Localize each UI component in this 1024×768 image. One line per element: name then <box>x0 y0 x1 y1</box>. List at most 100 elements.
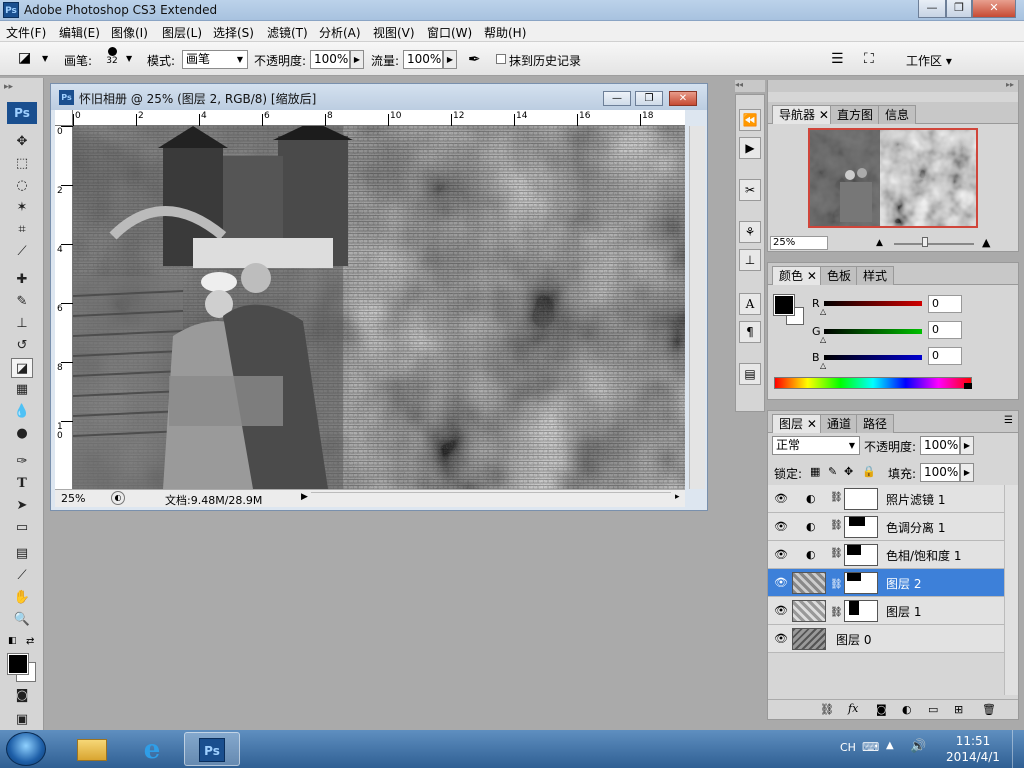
link-layers-icon[interactable]: ⛓ <box>820 703 834 716</box>
layer-thumbnail[interactable] <box>792 600 826 622</box>
doc-minimize-button[interactable]: — <box>603 91 631 106</box>
channel-b-handle-icon[interactable]: △ <box>820 361 826 370</box>
menu-file[interactable]: 文件(F) <box>6 24 46 41</box>
minimize-button[interactable]: — <box>918 0 946 18</box>
channel-r-input[interactable]: 0 <box>928 295 962 313</box>
tab-layers[interactable]: 图层 ✕ <box>772 414 824 433</box>
photoshop-taskbar-button[interactable]: Ps <box>184 732 240 766</box>
new-adjustment-icon[interactable]: ◐ <box>902 703 912 716</box>
eraser-tool-icon[interactable]: ◪ <box>11 358 33 378</box>
ie-taskbar-button[interactable]: e <box>124 732 180 766</box>
bridge-icon[interactable]: ⛶ <box>864 51 874 67</box>
tab-info[interactable]: 信息 <box>878 105 917 124</box>
move-tool-icon[interactable]: ✥ <box>11 132 33 152</box>
crop-tool-icon[interactable]: ⌗ <box>11 220 33 240</box>
flow-input[interactable]: 100% <box>403 50 443 69</box>
layer-mask-thumbnail[interactable] <box>844 516 878 538</box>
new-layer-icon[interactable]: ⊞ <box>954 703 963 716</box>
menu-help[interactable]: 帮助(H) <box>484 24 526 41</box>
toolbox-collapse-icon[interactable]: ▸▸ <box>4 82 13 92</box>
color-spectrum-bar[interactable] <box>774 377 972 389</box>
visibility-eye-icon[interactable]: 👁 <box>774 576 788 589</box>
navigator-zoom-input[interactable]: 25% <box>770 236 828 250</box>
tab-histogram[interactable]: 直方图 <box>830 105 881 124</box>
gradient-tool-icon[interactable]: ▦ <box>11 380 33 400</box>
menu-edit[interactable]: 编辑(E) <box>59 24 100 41</box>
lock-image-icon[interactable]: ✎ <box>828 465 837 478</box>
visibility-eye-icon[interactable]: 👁 <box>774 520 788 533</box>
close-button[interactable]: ✕ <box>972 0 1016 18</box>
document-title-bar[interactable]: Ps 怀旧相册 @ 25% (图层 2, RGB/8) [缩放后] — ❐ ✕ <box>51 84 707 110</box>
color-fg-swatch[interactable] <box>773 294 795 316</box>
blur-tool-icon[interactable]: 💧 <box>11 402 33 422</box>
channel-r-handle-icon[interactable]: △ <box>820 307 826 316</box>
palette-well-icon[interactable]: ☰ <box>831 51 844 67</box>
layer-thumbnail[interactable] <box>792 628 826 650</box>
channel-b-input[interactable]: 0 <box>928 347 962 365</box>
history-brush-tool-icon[interactable]: ↺ <box>11 336 33 356</box>
menu-window[interactable]: 窗口(W) <box>427 24 472 41</box>
menu-image[interactable]: 图像(I) <box>111 24 148 41</box>
restore-button[interactable]: ❐ <box>946 0 972 18</box>
layer-row-hue-saturation[interactable]: 👁 ◐ ⛓ 色相/饱和度 1 <box>768 541 1004 569</box>
quick-mask-icon[interactable]: ◙ <box>11 686 33 706</box>
tray-arrow-icon[interactable]: ▲ <box>886 740 894 751</box>
tab-styles[interactable]: 样式 <box>856 266 895 285</box>
brush-preset-picker[interactable]: 32 <box>103 45 121 66</box>
menu-select[interactable]: 选择(S) <box>213 24 254 41</box>
layer-mask-thumbnail[interactable] <box>844 572 878 594</box>
visibility-eye-icon[interactable]: 👁 <box>774 492 788 505</box>
menu-analysis[interactable]: 分析(A) <box>319 24 361 41</box>
navigator-collapse-icon[interactable]: ▸▸ <box>768 80 1018 92</box>
layers-scrollbar[interactable] <box>1004 485 1018 695</box>
slice-tool-icon[interactable]: ⟋ <box>11 242 33 262</box>
ruler-origin[interactable] <box>55 110 73 126</box>
vertical-scrollbar[interactable] <box>689 126 705 489</box>
layer-row-photo-filter[interactable]: 👁 ◐ ⛓ 照片滤镜 1 <box>768 485 1004 513</box>
layer-mask-thumbnail[interactable] <box>844 600 878 622</box>
tool-preset-dropdown-icon[interactable]: ▼ <box>42 54 48 63</box>
navigator-zoom-slider[interactable] <box>894 243 974 245</box>
input-language[interactable]: CH <box>840 741 856 754</box>
character-panel-icon[interactable]: A <box>739 293 761 315</box>
navigator-zoom-handle[interactable] <box>922 237 928 247</box>
layer-row-posterize[interactable]: 👁 ◐ ⛓ 色调分离 1 <box>768 513 1004 541</box>
channel-r-slider[interactable] <box>824 301 922 306</box>
layer-mask-thumbnail[interactable] <box>844 488 878 510</box>
zoom-out-icon[interactable]: ▲ <box>876 238 883 248</box>
menu-view[interactable]: 视图(V) <box>373 24 415 41</box>
type-tool-icon[interactable]: T <box>11 474 33 494</box>
doc-restore-button[interactable]: ❐ <box>635 91 663 106</box>
tab-channels[interactable]: 通道 <box>820 414 859 433</box>
channel-g-slider[interactable] <box>824 329 922 334</box>
airbrush-icon[interactable]: ✒ <box>468 50 481 68</box>
menu-layer[interactable]: 图层(L) <box>162 24 202 41</box>
layer-thumbnail[interactable] <box>792 572 826 594</box>
layer-opacity-stepper-icon[interactable]: ▶ <box>960 436 974 455</box>
new-group-icon[interactable]: ▭ <box>928 703 938 716</box>
explorer-taskbar-button[interactable] <box>64 732 120 766</box>
clone-stamp-tool-icon[interactable]: ⊥ <box>11 314 33 334</box>
clone-source-icon[interactable]: ⊥ <box>739 249 761 271</box>
layer-style-icon[interactable]: fx <box>848 702 858 715</box>
dock-strip-header[interactable]: ◂◂ <box>735 80 765 92</box>
magic-wand-tool-icon[interactable]: ✶ <box>11 198 33 218</box>
mask-link-icon[interactable]: ⛓ <box>830 607 843 618</box>
layer-mask-thumbnail[interactable] <box>844 544 878 566</box>
notes-tool-icon[interactable]: ▤ <box>11 544 33 564</box>
mode-select[interactable]: 画笔 ▼ <box>182 50 248 69</box>
visibility-eye-icon[interactable]: 👁 <box>774 632 788 645</box>
flow-stepper-icon[interactable]: ▶ <box>443 50 457 69</box>
opacity-stepper-icon[interactable]: ▶ <box>350 50 364 69</box>
fill-input[interactable]: 100% <box>920 463 960 482</box>
mask-link-icon[interactable]: ⛓ <box>830 548 843 559</box>
delete-layer-icon[interactable]: 🗑 <box>982 703 996 716</box>
photoshop-logo[interactable]: Ps <box>7 102 37 124</box>
status-zoom[interactable]: 25% <box>61 492 85 505</box>
image-canvas[interactable] <box>73 126 685 489</box>
tab-paths[interactable]: 路径 <box>856 414 895 433</box>
navigator-preview[interactable] <box>808 128 978 228</box>
scroll-right-icon[interactable]: ▸ <box>675 492 680 502</box>
dodge-tool-icon[interactable]: ● <box>11 424 33 444</box>
mask-link-icon[interactable]: ⛓ <box>830 492 843 503</box>
